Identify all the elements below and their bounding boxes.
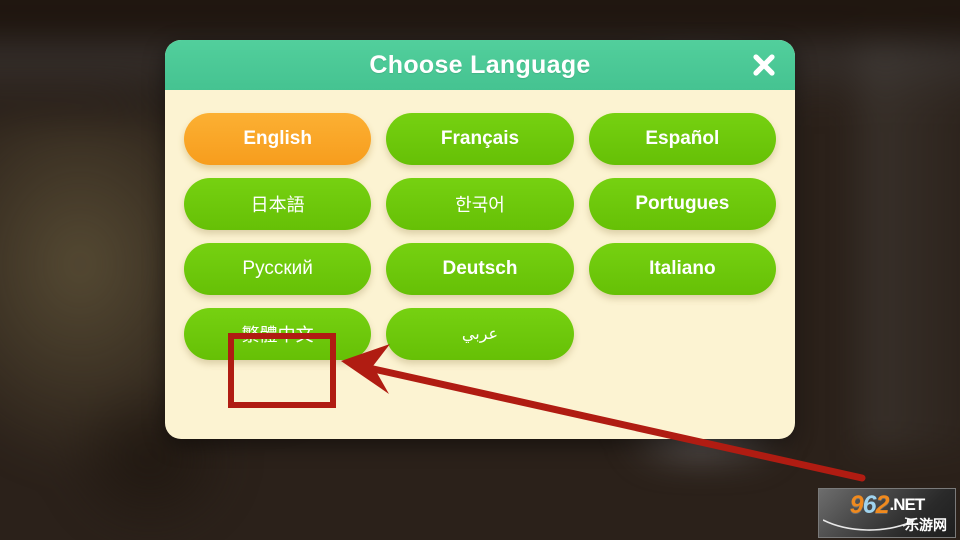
watermark-logo: 9 6 2 .NET 乐游网 <box>818 488 956 538</box>
language-button-francais[interactable]: Français <box>386 113 574 165</box>
language-grid: English Français Español 日本語 한국어 Portugu… <box>165 90 795 360</box>
language-label: عربي <box>461 326 499 343</box>
close-x-icon <box>753 54 775 76</box>
language-button-italiano[interactable]: Italiano <box>588 243 776 295</box>
language-button-russian[interactable]: Русский <box>184 243 372 295</box>
screen: Choose Language English Français Español… <box>0 0 960 540</box>
language-button-english[interactable]: English <box>184 113 372 165</box>
language-label: 日本語 <box>250 195 305 215</box>
language-label: Portugues <box>635 193 730 214</box>
language-label: 한국어 <box>455 195 505 215</box>
language-label: 繁體中文 <box>241 325 314 345</box>
choose-language-dialog: Choose Language English Français Español… <box>165 40 795 439</box>
language-label: Français <box>440 128 520 149</box>
language-label: Русский <box>242 258 313 279</box>
language-button-traditional-chinese[interactable]: 繁體中文 <box>184 308 372 360</box>
language-label: Español <box>645 128 720 149</box>
language-label: Deutsch <box>442 258 518 279</box>
language-button-portugues[interactable]: Portugues <box>588 178 776 230</box>
language-button-espanol[interactable]: Español <box>588 113 776 165</box>
language-label: Italiano <box>649 258 716 279</box>
close-button[interactable] <box>747 48 781 82</box>
watermark-domain: .NET <box>889 495 925 514</box>
language-button-korean[interactable]: 한국어 <box>386 178 574 230</box>
language-label: English <box>243 128 312 149</box>
dialog-header: Choose Language <box>165 40 795 90</box>
language-button-japanese[interactable]: 日本語 <box>184 178 372 230</box>
page-title: Choose Language <box>369 50 591 79</box>
language-button-arabic[interactable]: عربي <box>386 308 574 360</box>
watermark-subtitle: 乐游网 <box>905 516 947 533</box>
language-button-deutsch[interactable]: Deutsch <box>386 243 574 295</box>
